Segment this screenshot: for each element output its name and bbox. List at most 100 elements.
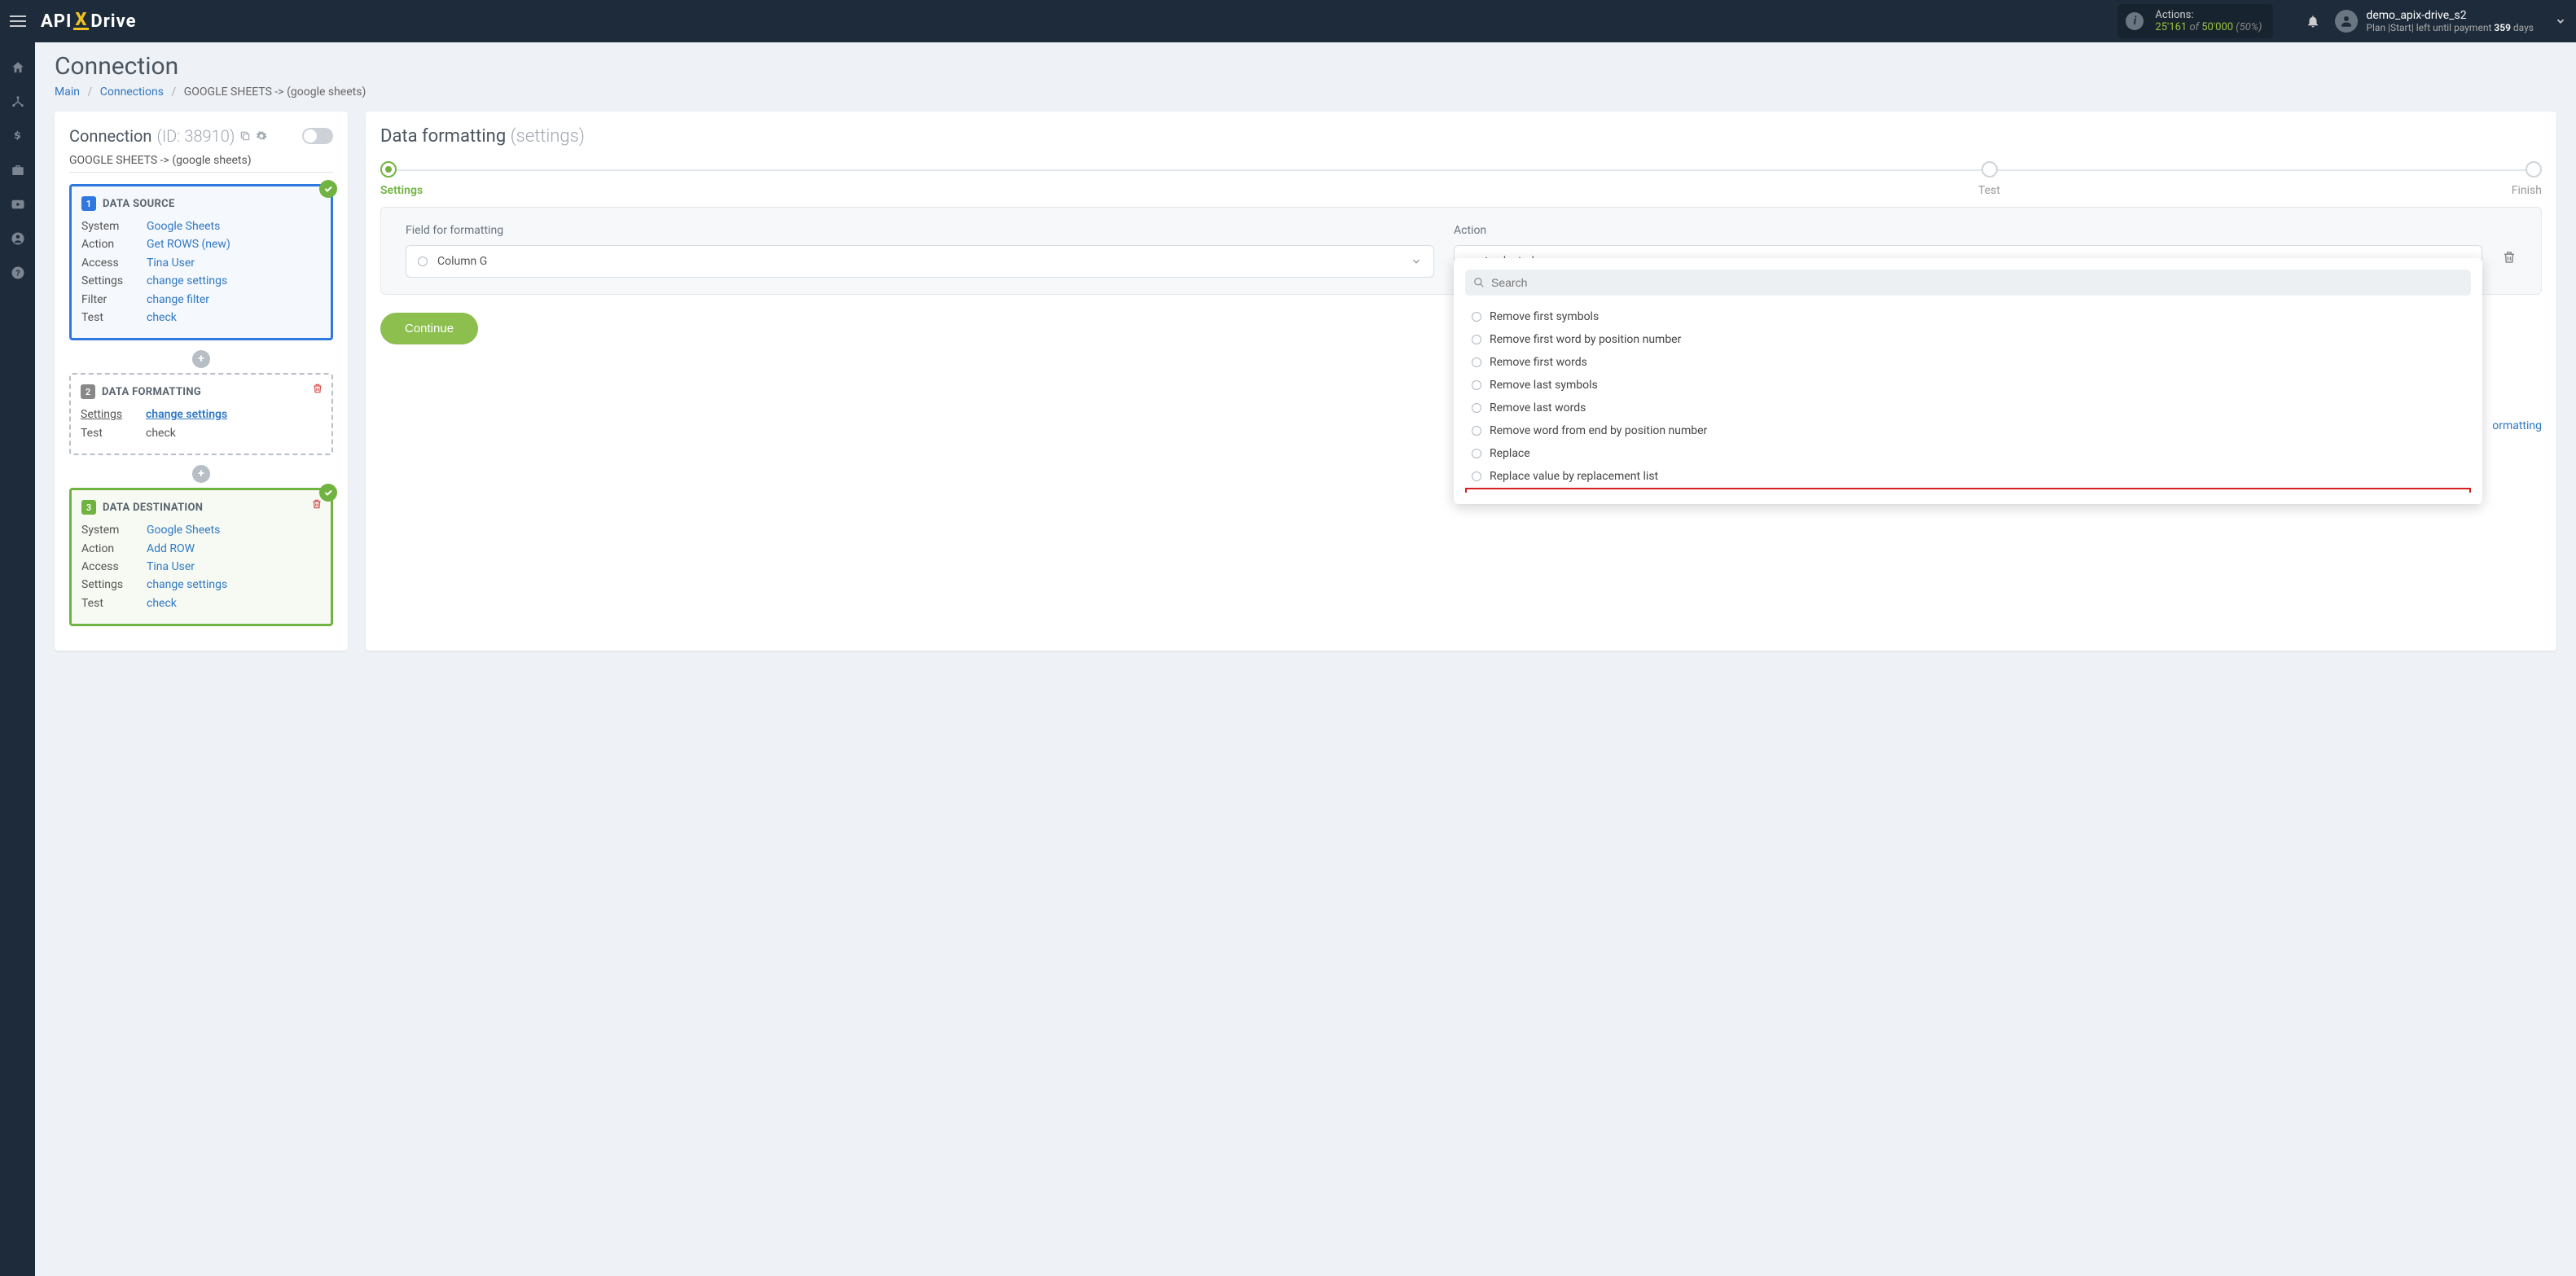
dropdown-option[interactable]: Round the column <box>1465 488 2471 493</box>
radio-icon <box>418 257 428 266</box>
menu-toggle[interactable] <box>10 11 29 31</box>
stage-title: DATA FORMATTING <box>102 386 201 398</box>
dropdown-option[interactable]: Remove last symbols <box>1465 374 2471 397</box>
format-test: check <box>146 424 176 442</box>
formatting-title: Data formatting <box>380 126 506 147</box>
user-menu[interactable]: demo_apix-drive_s2 Plan |Start| left unt… <box>2335 9 2534 33</box>
delete-icon[interactable] <box>311 498 323 510</box>
source-system[interactable]: Google Sheets <box>147 217 220 235</box>
avatar-icon <box>2335 10 2358 33</box>
radio-icon <box>1472 471 1481 481</box>
dest-test[interactable]: check <box>147 594 177 612</box>
actions-of: of <box>2189 21 2199 33</box>
actions-counter[interactable]: i Actions: 25'161 of 50'000 (50%) <box>2117 4 2273 38</box>
source-access[interactable]: Tina User <box>147 254 195 272</box>
breadcrumb-connections[interactable]: Connections <box>100 86 164 99</box>
dropdown-option-label: Remove last symbols <box>1490 379 1598 392</box>
dropdown-option[interactable]: Remove first symbols <box>1465 305 2471 328</box>
breadcrumb-current: GOOGLE SHEETS -> (google sheets) <box>184 86 366 99</box>
dest-access[interactable]: Tina User <box>147 558 195 576</box>
breadcrumb: Main / Connections / GOOGLE SHEETS -> (g… <box>55 86 2556 99</box>
stage-data-source[interactable]: 1DATA SOURCE SystemGoogle Sheets ActionG… <box>69 184 333 340</box>
connection-title: Connection <box>69 126 151 146</box>
format-settings[interactable]: change settings <box>146 406 227 423</box>
search-icon <box>1473 277 1485 288</box>
stage-data-destination[interactable]: 3DATA DESTINATION SystemGoogle Sheets Ac… <box>69 488 333 626</box>
stepper: Settings Test Finish <box>380 161 2542 178</box>
source-test[interactable]: check <box>147 309 177 327</box>
sidebar-connections-icon[interactable] <box>0 85 35 119</box>
connection-subname: GOOGLE SHEETS -> (google sheets) <box>69 154 333 173</box>
formatting-panel: Data formatting (settings) Settings Test… <box>366 112 2556 651</box>
step-dot[interactable] <box>1981 161 1998 178</box>
add-stage-button[interactable]: + <box>192 465 210 483</box>
radio-icon <box>1472 335 1481 344</box>
radio-icon <box>1472 426 1481 436</box>
stage-title: DATA DESTINATION <box>103 502 203 514</box>
step-label: Settings <box>380 184 423 197</box>
dest-action[interactable]: Add ROW <box>147 540 195 558</box>
chevron-down-icon <box>1411 256 1422 267</box>
notifications-icon[interactable] <box>2306 14 2320 29</box>
gear-icon[interactable] <box>256 130 267 142</box>
sidebar-home-icon[interactable] <box>0 50 35 85</box>
user-name: demo_apix-drive_s2 <box>2366 9 2534 22</box>
add-formatting-link[interactable]: ormatting <box>2492 419 2542 432</box>
dropdown-option-label: Replace value by replacement list <box>1490 470 1658 483</box>
check-badge-icon <box>319 180 337 198</box>
search-input[interactable] <box>1491 276 2463 289</box>
sidebar-profile-icon[interactable] <box>0 221 35 256</box>
dropdown-option-label: Remove last words <box>1490 401 1586 414</box>
dropdown-option[interactable]: Remove word from end by position number <box>1465 419 2471 442</box>
breadcrumb-main[interactable]: Main <box>55 86 80 99</box>
dest-system[interactable]: Google Sheets <box>147 521 220 539</box>
remove-row-button[interactable] <box>2502 224 2517 265</box>
step-label: Test <box>1978 184 2000 197</box>
sidebar-billing-icon[interactable] <box>0 119 35 153</box>
stage-data-formatting[interactable]: 2DATA FORMATTING Settingschange settings… <box>69 373 333 455</box>
sidebar-briefcase-icon[interactable] <box>0 153 35 187</box>
sidebar: ? <box>0 42 35 1276</box>
source-action[interactable]: Get ROWS (new) <box>147 235 230 253</box>
logo-x: X <box>73 12 89 31</box>
sidebar-help-icon[interactable]: ? <box>0 256 35 290</box>
source-settings[interactable]: change settings <box>147 272 227 290</box>
connection-toggle[interactable] <box>302 128 333 144</box>
action-dropdown: Remove first symbolsRemove first word by… <box>1454 258 2482 504</box>
radio-icon <box>1472 357 1481 367</box>
dropdown-option[interactable]: Replace value by replacement list <box>1465 465 2471 488</box>
step-dot[interactable] <box>2526 161 2542 178</box>
dropdown-option[interactable]: Remove last words <box>1465 397 2471 419</box>
sidebar-video-icon[interactable] <box>0 187 35 221</box>
field-select[interactable]: Column G <box>406 245 1434 278</box>
info-icon: i <box>2126 12 2144 30</box>
field-value: Column G <box>437 255 487 268</box>
dropdown-option[interactable]: Remove first words <box>1465 351 2471 374</box>
dropdown-option-label: Replace <box>1490 447 1530 460</box>
actions-used: 25'161 <box>2155 21 2187 33</box>
stage-number: 2 <box>81 384 95 399</box>
radio-icon <box>1472 403 1481 413</box>
connection-panel: Connection (ID: 38910) GOOGLE SHEETS -> … <box>55 112 348 651</box>
logo[interactable]: API X Drive <box>41 11 136 32</box>
delete-icon[interactable] <box>312 383 323 394</box>
formatting-title-sub: (settings) <box>511 126 585 147</box>
dest-settings[interactable]: change settings <box>147 576 227 594</box>
connection-id: (ID: 38910) <box>156 126 235 146</box>
dropdown-option-label: Remove word from end by position number <box>1490 424 1707 437</box>
radio-icon <box>1472 380 1481 390</box>
copy-icon[interactable] <box>239 130 251 142</box>
dropdown-search[interactable] <box>1465 270 2471 296</box>
actions-label: Actions: <box>2155 9 2262 21</box>
logo-api: API <box>41 11 72 32</box>
add-stage-button[interactable]: + <box>192 350 210 368</box>
chevron-down-icon[interactable] <box>2555 15 2566 27</box>
source-filter[interactable]: change filter <box>147 291 209 309</box>
svg-text:?: ? <box>15 268 20 278</box>
radio-icon <box>1472 449 1481 458</box>
field-label: Field for formatting <box>406 224 1434 237</box>
dropdown-option[interactable]: Remove first word by position number <box>1465 328 2471 351</box>
continue-button[interactable]: Continue <box>380 313 478 344</box>
step-dot[interactable] <box>380 161 397 178</box>
dropdown-option[interactable]: Replace <box>1465 442 2471 465</box>
